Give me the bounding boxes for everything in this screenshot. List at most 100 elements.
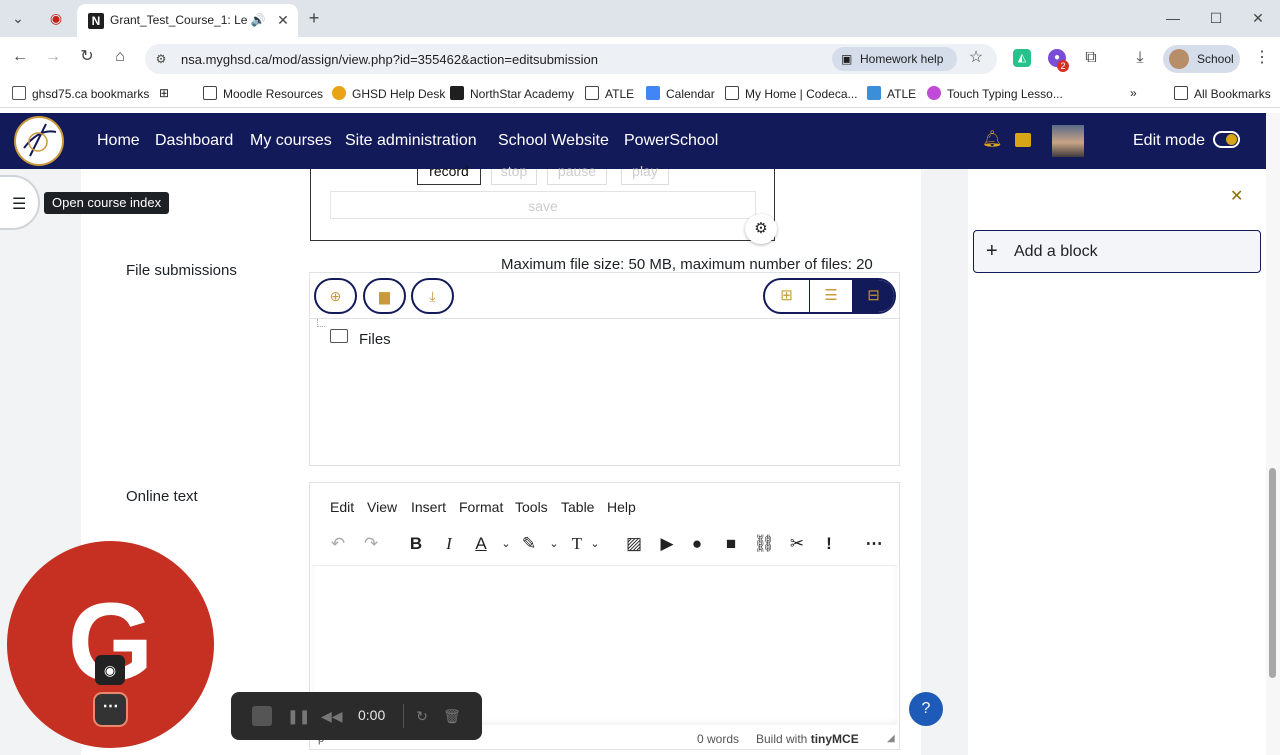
browser-menu-icon[interactable]: ⋮ [1252,48,1272,68]
homework-help-button[interactable]: ▣ Homework help [832,47,957,71]
helpdesk-icon [332,86,346,100]
reload-icon[interactable]: ↻ [77,47,97,67]
bookmark-ghsd-help-desk[interactable]: GHSD Help Desk [332,86,445,101]
all-bookmarks[interactable]: All Bookmarks [1174,86,1271,101]
text-color-icon[interactable]: A [468,533,494,555]
menu-table[interactable]: Table [561,499,594,515]
play-button[interactable]: play [621,164,669,185]
pause-recording-icon[interactable]: ❚❚ [287,706,310,726]
settings-gears-icon[interactable]: ⚙ [745,214,777,244]
word-count[interactable]: 0 words [697,732,739,746]
bold-icon[interactable]: B [403,533,429,555]
tree-view-button[interactable]: ⊟ [852,280,894,312]
pause-button[interactable]: pause [547,164,607,185]
image-icon[interactable]: ▨ [621,533,647,555]
icon-view-button[interactable]: ⊞ [765,280,808,312]
site-info-icon[interactable]: ⚙ [152,49,170,69]
new-tab-icon[interactable]: + [304,8,324,28]
media-icon[interactable]: ▶ [654,533,680,555]
bookmark-ghsd75[interactable]: ghsd75.ca bookmarks [12,86,149,101]
redo-icon[interactable]: ↷ [358,533,384,555]
menu-edit[interactable]: Edit [330,499,354,515]
files-folder-label[interactable]: Files [359,331,391,348]
record-button[interactable]: record [417,164,481,185]
moodle-navbar: Home Dashboard My courses Site administr… [0,113,1266,169]
more-tools-icon[interactable]: ⋯ [861,533,887,555]
apps-grid-icon[interactable]: ⊞ [159,86,169,100]
accessibility-checker-icon[interactable]: ! [816,533,842,555]
nav-my-courses[interactable]: My courses [250,132,332,150]
delete-icon[interactable]: 🗑︎ [442,706,462,726]
bookmark-atle-365[interactable]: ATLE [867,86,916,101]
undo-icon[interactable]: ↶ [325,533,351,555]
nav-site-administration[interactable]: Site administration [345,132,477,150]
messages-icon[interactable] [1015,133,1031,147]
restart-icon[interactable]: ↻ [412,706,432,726]
close-window-icon[interactable]: ✕ [1248,8,1268,28]
forward-icon[interactable]: → [43,47,63,67]
download-all-button[interactable]: ⤓ [411,278,454,314]
back-icon[interactable]: ← [10,47,30,67]
bookmark-moodle-resources[interactable]: Moodle Resources [203,86,323,101]
list-view-button[interactable]: ☰ [809,280,852,312]
create-folder-button[interactable]: ▆ [363,278,406,314]
home-icon[interactable]: ⌂ [110,47,130,67]
stop-recording-icon[interactable] [252,706,272,726]
camera-icon[interactable]: ◉ [95,655,125,685]
add-block-button[interactable]: + Add a block [973,230,1261,273]
more-options-icon[interactable]: ⋯ [93,692,128,727]
download-icon[interactable]: ⤓ [1130,48,1150,68]
menu-view[interactable]: View [367,499,397,515]
chevron-down-icon[interactable]: ⌄ [582,533,608,555]
audio-icon[interactable]: 🔊 [248,10,268,30]
unlink-icon[interactable]: ✂ [784,533,810,555]
menu-format[interactable]: Format [459,499,503,515]
bookmark-atle-folder[interactable]: ATLE [585,86,634,101]
video-camera-icon[interactable]: ■ [718,533,744,555]
menu-insert[interactable]: Insert [411,499,446,515]
site-logo[interactable] [14,116,64,166]
add-file-button[interactable]: ⊕ [314,278,357,314]
help-button[interactable]: ? [909,692,943,726]
tinymce-logo: tinyMCE [810,732,859,746]
bookmark-touch-typing[interactable]: Touch Typing Lesso... [927,86,1063,101]
user-avatar[interactable] [1052,125,1084,157]
link-icon[interactable]: ⛓ [751,533,777,555]
menu-help[interactable]: Help [607,499,636,515]
bookmark-codecademy[interactable]: My Home | Codeca... [725,86,858,101]
nav-home[interactable]: Home [97,132,140,150]
close-drawer-icon[interactable]: ✕ [1230,186,1243,206]
notifications-bell-icon[interactable]: 🔔︎ [982,132,1002,148]
save-recording-button[interactable]: save [330,191,756,219]
extensions-puzzle-icon[interactable]: ⧉ [1081,48,1101,68]
bookmark-star-icon[interactable]: ☆ [966,48,986,68]
bookmark-calendar[interactable]: Calendar [646,86,715,101]
scrollbar-thumb[interactable] [1269,468,1276,678]
profile-button[interactable]: School [1163,45,1240,73]
rewind-icon[interactable]: ◀◀ [321,706,343,726]
extension-badge: 2 [1057,60,1069,72]
tab-search-icon[interactable]: ⌄ [8,8,28,28]
recording-icon[interactable]: ◉ [46,8,66,28]
resize-handle-icon[interactable]: ◢ [887,733,895,744]
highlight-color-icon[interactable]: ✎ [516,533,542,555]
nav-school-website[interactable]: School Website [498,132,609,150]
more-bookmarks-icon[interactable]: » [1130,86,1137,100]
northstar-icon [450,86,464,100]
folder-icon[interactable] [330,329,348,343]
italic-icon[interactable]: I [436,533,462,555]
nav-dashboard[interactable]: Dashboard [155,132,233,150]
minimize-icon[interactable]: — [1163,8,1183,28]
close-tab-icon[interactable]: ✕ [273,10,293,30]
maximize-icon[interactable]: ☐ [1206,8,1226,28]
extension-green-icon[interactable]: ◭ [1013,49,1031,67]
stop-button[interactable]: stop [491,164,537,185]
menu-tools[interactable]: Tools [515,499,548,515]
url-text[interactable]: nsa.myghsd.ca/mod/assign/view.php?id=355… [181,52,598,67]
edit-mode-toggle[interactable] [1213,131,1240,148]
active-tab[interactable]: N Grant_Test_Course_1: Learn 🔊 ✕ [77,4,298,37]
bookmark-northstar[interactable]: NorthStar Academy [450,86,574,101]
nav-powerschool[interactable]: PowerSchool [624,132,718,150]
microphone-icon[interactable]: ● [684,533,710,555]
build-with-text[interactable]: Build with tinyMCE [756,732,859,746]
